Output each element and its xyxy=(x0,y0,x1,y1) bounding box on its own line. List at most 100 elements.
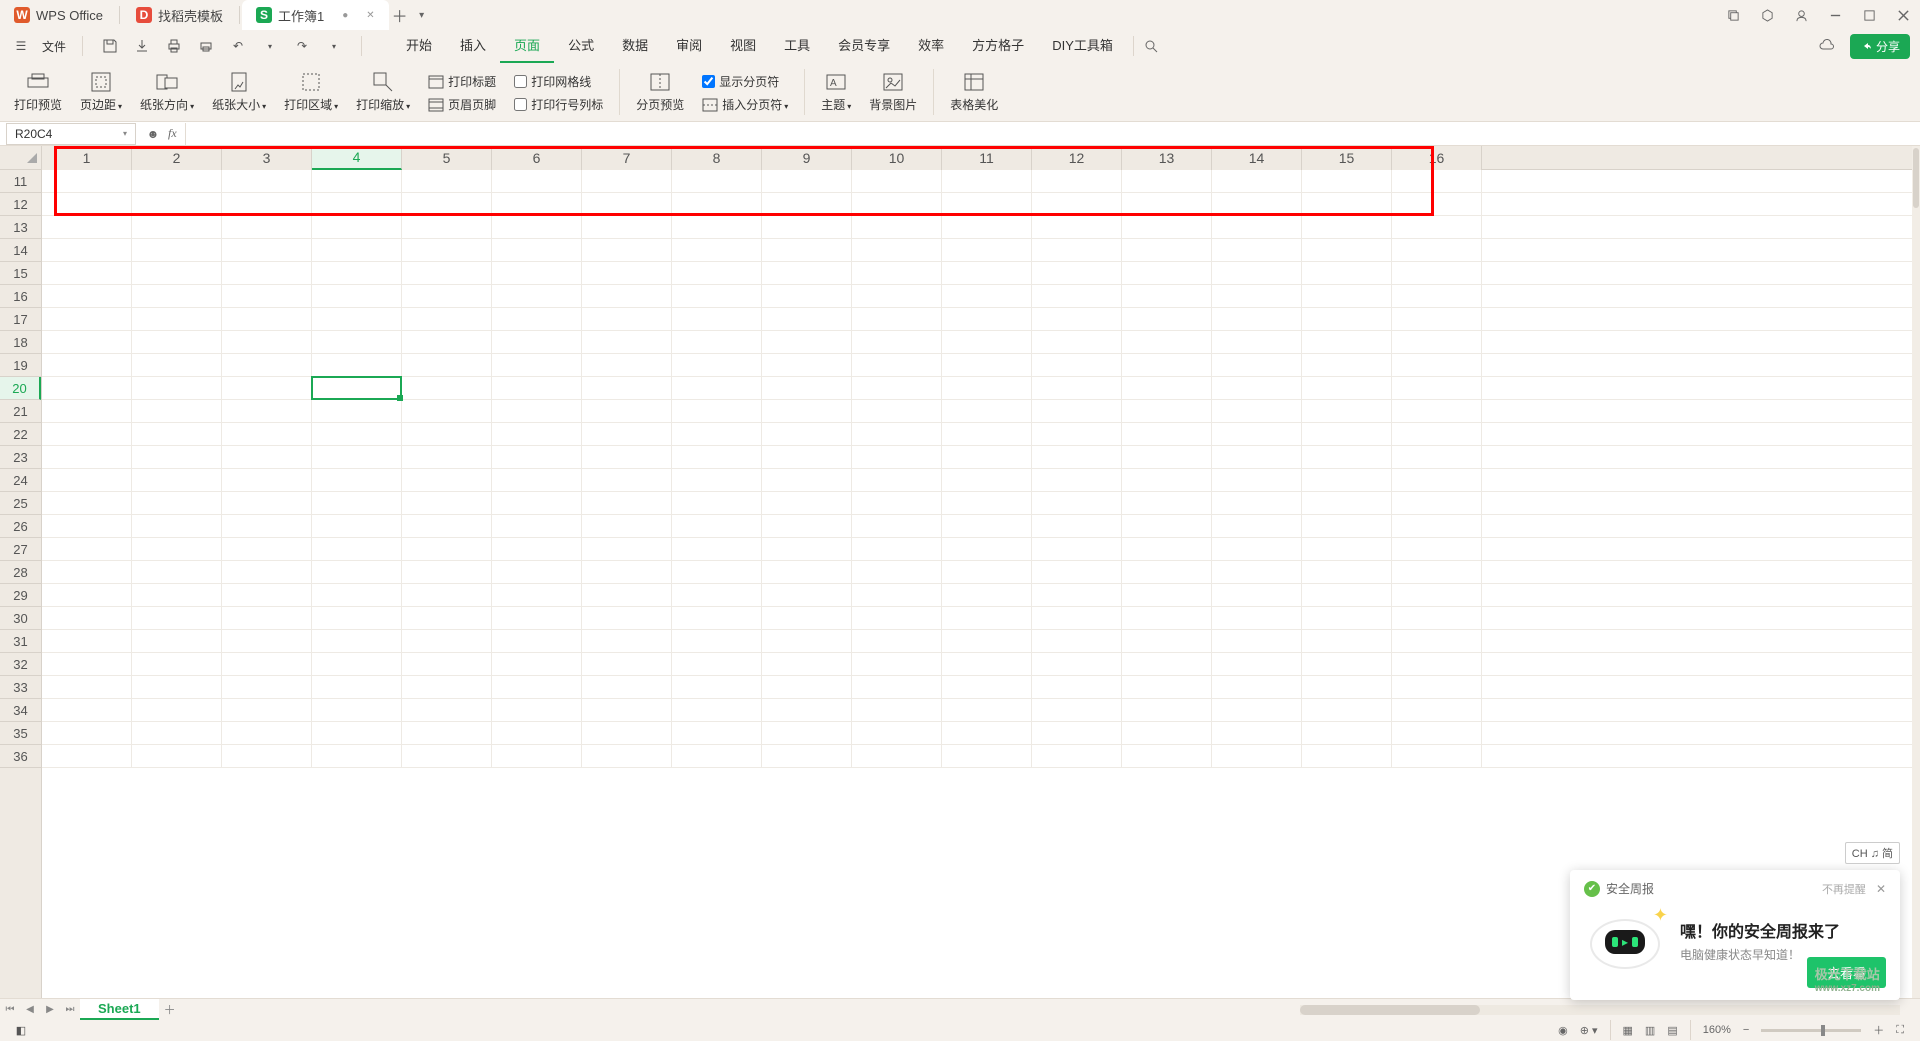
close-window-icon[interactable] xyxy=(1886,0,1920,30)
cell[interactable] xyxy=(852,653,942,676)
cell[interactable] xyxy=(1392,699,1482,722)
cell[interactable] xyxy=(132,285,222,308)
cell[interactable] xyxy=(1302,584,1392,607)
cell[interactable] xyxy=(1392,676,1482,699)
cell[interactable] xyxy=(762,745,852,768)
cell[interactable] xyxy=(1122,745,1212,768)
cell[interactable] xyxy=(1392,239,1482,262)
minimize-icon[interactable] xyxy=(1818,0,1852,30)
tab-diy[interactable]: DIY工具箱 xyxy=(1038,29,1127,63)
cell[interactable] xyxy=(852,239,942,262)
cell[interactable] xyxy=(222,446,312,469)
column-header[interactable]: 1 xyxy=(42,146,132,170)
cell[interactable] xyxy=(492,400,582,423)
cell[interactable] xyxy=(1302,515,1392,538)
column-header[interactable]: 6 xyxy=(492,146,582,170)
cell[interactable] xyxy=(672,469,762,492)
row-header[interactable]: 23 xyxy=(0,446,41,469)
cell[interactable] xyxy=(582,308,672,331)
tab-start[interactable]: 开始 xyxy=(392,29,446,63)
cell[interactable] xyxy=(852,446,942,469)
cell[interactable] xyxy=(582,722,672,745)
cell[interactable] xyxy=(762,170,852,193)
cell[interactable] xyxy=(1122,653,1212,676)
cell[interactable] xyxy=(1302,446,1392,469)
cell[interactable] xyxy=(42,331,132,354)
cell[interactable] xyxy=(672,676,762,699)
cell[interactable] xyxy=(312,630,402,653)
cell[interactable] xyxy=(42,492,132,515)
cell[interactable] xyxy=(222,262,312,285)
cell[interactable] xyxy=(42,722,132,745)
cell[interactable] xyxy=(312,676,402,699)
tab-efficiency[interactable]: 效率 xyxy=(904,29,958,63)
cell[interactable] xyxy=(762,400,852,423)
cell[interactable] xyxy=(1392,607,1482,630)
row-header[interactable]: 12 xyxy=(0,193,41,216)
cell[interactable] xyxy=(762,676,852,699)
cell[interactable] xyxy=(402,308,492,331)
cell[interactable] xyxy=(1302,469,1392,492)
cell[interactable] xyxy=(852,630,942,653)
row-header[interactable]: 13 xyxy=(0,216,41,239)
add-sheet-button[interactable]: ＋ xyxy=(159,999,181,1021)
cell[interactable] xyxy=(132,446,222,469)
cell[interactable] xyxy=(1392,538,1482,561)
cell[interactable] xyxy=(1212,584,1302,607)
cell[interactable] xyxy=(402,377,492,400)
cell[interactable] xyxy=(582,653,672,676)
file-menu[interactable]: 文件 xyxy=(42,38,66,55)
cell[interactable] xyxy=(132,423,222,446)
header-footer-button[interactable]: 页眉页脚 xyxy=(428,96,496,113)
cell[interactable] xyxy=(762,699,852,722)
cell[interactable] xyxy=(1032,377,1122,400)
background-button[interactable]: 背景图片 xyxy=(869,70,917,113)
cell[interactable] xyxy=(852,331,942,354)
print-preview-button[interactable]: 打印预览 xyxy=(14,70,62,113)
cell[interactable] xyxy=(132,308,222,331)
cell[interactable] xyxy=(852,538,942,561)
cell[interactable] xyxy=(1212,722,1302,745)
cell[interactable] xyxy=(1032,262,1122,285)
cell[interactable] xyxy=(1302,308,1392,331)
cell[interactable] xyxy=(222,193,312,216)
cell[interactable] xyxy=(852,607,942,630)
cell[interactable] xyxy=(42,607,132,630)
window-overlap-icon[interactable] xyxy=(1716,0,1750,30)
cell[interactable] xyxy=(942,676,1032,699)
cell[interactable] xyxy=(1032,331,1122,354)
tab-fangfang[interactable]: 方方格子 xyxy=(958,29,1038,63)
horizontal-scrollbar[interactable] xyxy=(1300,1005,1900,1015)
cell[interactable] xyxy=(402,446,492,469)
cell[interactable] xyxy=(852,561,942,584)
print-icon[interactable] xyxy=(163,35,185,57)
cell[interactable] xyxy=(402,538,492,561)
cell[interactable] xyxy=(1212,216,1302,239)
cell[interactable] xyxy=(582,676,672,699)
cell[interactable] xyxy=(1032,515,1122,538)
row-header[interactable]: 29 xyxy=(0,584,41,607)
cell[interactable] xyxy=(852,308,942,331)
cell[interactable] xyxy=(222,745,312,768)
cell[interactable] xyxy=(1032,216,1122,239)
cell[interactable] xyxy=(852,170,942,193)
cell[interactable] xyxy=(1392,354,1482,377)
cell[interactable] xyxy=(1302,423,1392,446)
cell[interactable] xyxy=(1392,423,1482,446)
cell[interactable] xyxy=(1122,262,1212,285)
zoom-slider[interactable] xyxy=(1761,1029,1861,1032)
cell[interactable] xyxy=(492,285,582,308)
tab-data[interactable]: 数据 xyxy=(608,29,662,63)
cell[interactable] xyxy=(1122,630,1212,653)
row-header[interactable]: 20 xyxy=(0,377,41,400)
cell[interactable] xyxy=(672,262,762,285)
row-header[interactable]: 32 xyxy=(0,653,41,676)
column-header[interactable]: 15 xyxy=(1302,146,1392,170)
column-header[interactable]: 5 xyxy=(402,146,492,170)
cell[interactable] xyxy=(762,515,852,538)
cell[interactable] xyxy=(42,193,132,216)
row-header[interactable]: 27 xyxy=(0,538,41,561)
cell[interactable] xyxy=(1032,584,1122,607)
cell[interactable] xyxy=(132,400,222,423)
cell[interactable] xyxy=(222,423,312,446)
